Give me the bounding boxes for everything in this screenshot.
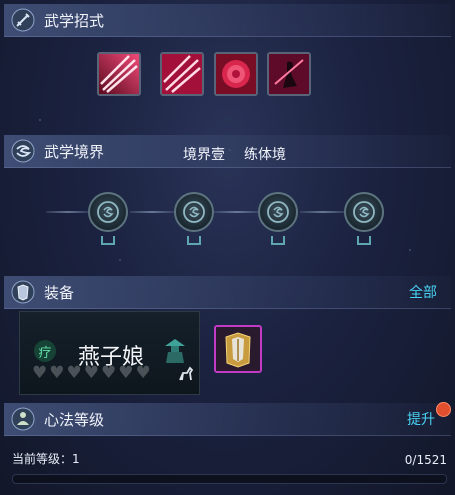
realm-stage-name: 练体境	[244, 147, 286, 163]
current-level: 当前等级：1	[12, 452, 80, 466]
realm-node-4[interactable]	[344, 192, 384, 232]
upgrade-button[interactable]: 提升	[407, 409, 435, 429]
realm-path-line	[300, 211, 346, 213]
locked-spiral-icon	[97, 201, 119, 223]
heart-icon: ♥	[49, 363, 65, 383]
realm-path-line	[46, 211, 90, 213]
heart-icon: ♥	[83, 363, 99, 383]
realm-path-line	[130, 211, 174, 213]
realm-node-base	[357, 236, 371, 245]
level-progress-text: 0/1521	[404, 453, 447, 467]
swirl-icon	[10, 138, 36, 164]
realm-node-3[interactable]	[258, 192, 298, 232]
skill-slot-2[interactable]	[160, 52, 204, 96]
view-all-link[interactable]: 全部	[409, 282, 437, 302]
healer-badge: 疗	[34, 340, 56, 362]
level-progress-bar	[12, 474, 447, 484]
companion-card[interactable]: 疗 燕子娘 ♥ ♥ ♥ ♥ ♥ ♥ ♥	[19, 311, 200, 395]
realm-node-1[interactable]	[88, 192, 128, 232]
realm-node-base	[101, 236, 115, 245]
locked-spiral-icon	[353, 201, 375, 223]
skill-slot-4[interactable]	[267, 52, 311, 96]
rose-blossom-icon	[216, 54, 256, 94]
realm-path-line	[214, 211, 260, 213]
martial-skills-title: 武学招式	[44, 11, 105, 30]
heart-icon: ♥	[66, 363, 82, 383]
crimson-slash-icon	[99, 54, 139, 94]
heart-icon: ♥	[32, 363, 48, 383]
heart-icon: ♥	[135, 363, 151, 383]
realm-header: 武学境界	[4, 135, 451, 168]
companion-figure-icon	[162, 336, 188, 368]
skill-slot-3[interactable]	[214, 52, 258, 96]
realm-node-2[interactable]	[174, 192, 214, 232]
notification-dot	[436, 402, 451, 417]
equipment-title: 装备	[44, 283, 75, 302]
armor-icon	[10, 279, 36, 305]
sword-icon	[10, 7, 36, 33]
heart-icon: ♥	[118, 363, 134, 383]
mind-method-title: 心法等级	[44, 410, 105, 429]
martial-skills-header: 武学招式	[4, 4, 451, 37]
affinity-hearts: ♥ ♥ ♥ ♥ ♥ ♥ ♥	[32, 364, 151, 382]
realm-node-base	[271, 236, 285, 245]
realm-stage: 境界壹	[183, 147, 225, 163]
mind-method-header: 心法等级 提升	[4, 403, 451, 436]
swordsman-silhouette-icon	[269, 54, 309, 94]
heart-icon: ♥	[101, 363, 117, 383]
crimson-slash-icon	[162, 54, 202, 94]
golden-armor-icon	[216, 327, 260, 371]
realm-title: 武学境界	[44, 142, 105, 161]
equipped-armor-slot[interactable]	[214, 325, 262, 373]
horse-icon	[177, 365, 195, 387]
realm-node-base	[187, 236, 201, 245]
locked-spiral-icon	[267, 201, 289, 223]
skill-slot-1[interactable]	[97, 52, 141, 96]
equipment-header: 装备 全部	[4, 276, 451, 309]
locked-spiral-icon	[183, 201, 205, 223]
meditation-icon	[10, 406, 36, 432]
